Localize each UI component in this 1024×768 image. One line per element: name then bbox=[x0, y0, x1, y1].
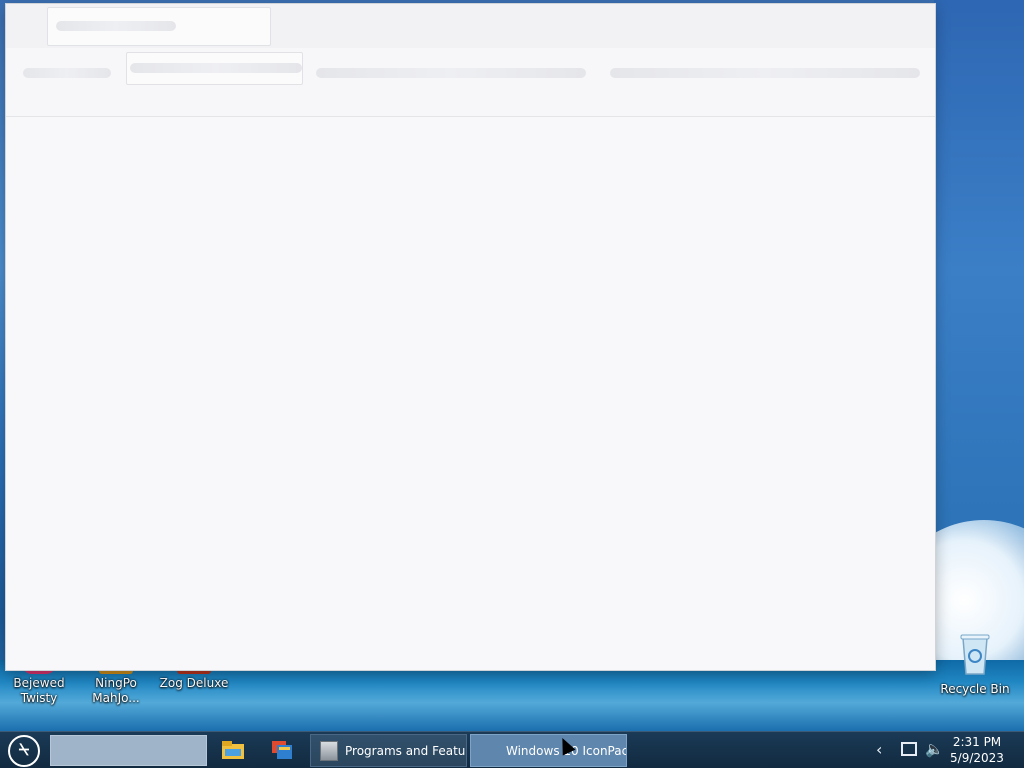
taskbar-clock[interactable]: 2:31 PM 5/9/2023 bbox=[946, 734, 1008, 766]
desktop-icon-bejeweled[interactable]: Bejewed Twisty bbox=[1, 664, 77, 706]
taskbar-item-windows-iconpack[interactable]: Windows 10 IconPack... bbox=[470, 734, 627, 767]
taskbar-item-label: Programs and Features bbox=[345, 744, 466, 758]
chevron-left-icon[interactable]: ‹ bbox=[876, 740, 888, 760]
start-logo-icon: ⍀ bbox=[18, 740, 30, 760]
skeleton-title-bar bbox=[56, 21, 176, 31]
desktop-icon-label: Bejewed Twisty bbox=[13, 676, 65, 705]
app-toolbar-placeholder bbox=[6, 48, 935, 117]
app-header-placeholder bbox=[6, 4, 935, 48]
desktop-icon-ningpo-mahjong[interactable]: NingPo MahJo... bbox=[78, 664, 154, 706]
recycle-bin-icon bbox=[960, 634, 990, 675]
clock-date: 5/9/2023 bbox=[950, 751, 1004, 765]
skeleton-search-bar bbox=[130, 63, 302, 73]
network-icon[interactable] bbox=[901, 742, 917, 756]
wallpaper-sky-band bbox=[934, 0, 1024, 540]
taskbar-item-programs-and-features[interactable]: Programs and Features bbox=[310, 734, 467, 767]
skeleton-nav-bar bbox=[23, 68, 111, 78]
skeleton-toolbar-bar-2 bbox=[610, 68, 920, 78]
app-window-loading[interactable] bbox=[6, 4, 935, 670]
desktop-icon-label: NingPo MahJo... bbox=[92, 676, 140, 705]
desktop-icon-label: Zog Deluxe bbox=[159, 676, 229, 690]
skeleton-title-box bbox=[47, 7, 271, 46]
taskbar-search-box[interactable] bbox=[50, 735, 207, 766]
skeleton-search-box bbox=[126, 52, 303, 85]
desktop-icon-label: Recycle Bin bbox=[940, 682, 1010, 696]
desktop-icon-recycle-bin[interactable]: Recycle Bin bbox=[937, 632, 1013, 697]
volume-icon[interactable]: 🔈 bbox=[925, 739, 944, 759]
file-explorer-icon[interactable] bbox=[220, 737, 246, 763]
skeleton-toolbar-bar-1 bbox=[316, 68, 586, 78]
start-button[interactable]: ⍀ bbox=[8, 735, 40, 767]
taskbar: ⍀ Programs and Features Windows 10 IconP… bbox=[0, 731, 1024, 768]
control-panel-icon bbox=[320, 741, 338, 761]
windows-iconpack-app-icon[interactable] bbox=[269, 737, 295, 763]
clock-time: 2:31 PM bbox=[952, 735, 1002, 749]
